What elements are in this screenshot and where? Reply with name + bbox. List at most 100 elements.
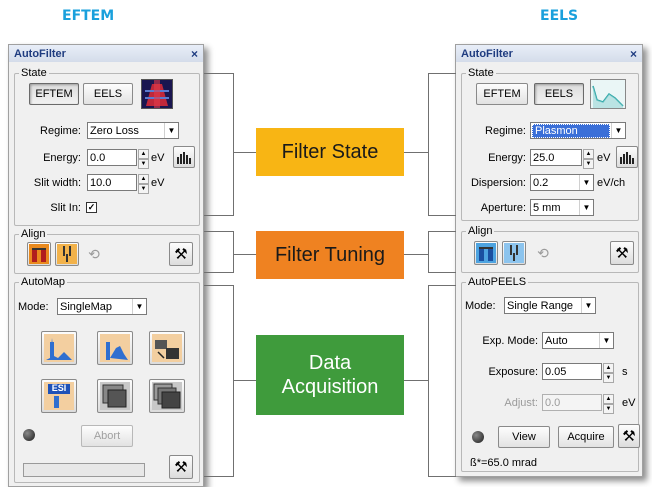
energy-value[interactable]: 25.0 <box>530 149 582 166</box>
energy-value[interactable]: 0.0 <box>87 149 137 166</box>
acquisition-connector-right <box>404 380 428 381</box>
autopeels-mode-select[interactable]: Single Range ▼ <box>504 297 596 314</box>
exposure-value[interactable]: 0.05 <box>542 363 602 380</box>
status-led-icon <box>23 429 35 441</box>
eels-mode-button[interactable]: EELS <box>83 83 133 105</box>
progress-bar <box>23 463 145 477</box>
three-window-map-icon[interactable] <box>149 379 185 413</box>
mode-label: Mode: <box>18 301 49 313</box>
tools-icon[interactable]: ⚒ <box>169 455 193 479</box>
eels-heading: EELS <box>540 8 579 24</box>
slit-width-unit: eV <box>151 177 165 189</box>
dispersion-label: Dispersion: <box>470 177 526 189</box>
view-button[interactable]: View <box>498 426 550 448</box>
chevron-down-icon: ▼ <box>579 175 593 190</box>
align-slit-icon[interactable] <box>55 242 79 266</box>
adjust-field[interactable]: 0.0 ▲ ▼ <box>542 394 614 414</box>
exp-mode-label: Exp. Mode: <box>482 335 538 347</box>
panel-titlebar: AutoFilter × <box>9 45 203 62</box>
automap-mode-select[interactable]: SingleMap ▼ <box>57 298 147 315</box>
exposure-label: Exposure: <box>488 366 538 378</box>
energy-spinner[interactable]: ▲ ▼ <box>138 149 149 169</box>
left-acquisition-bracket <box>204 285 234 477</box>
state-connector-right <box>404 152 428 153</box>
slit-width-field[interactable]: 10.0 ▲ ▼ <box>87 174 149 194</box>
status-led-icon <box>472 431 484 443</box>
slit-width-spinner[interactable]: ▲ ▼ <box>138 174 149 194</box>
undo-icon[interactable]: ⟲ <box>85 245 103 263</box>
beta-readout: ß*=65.0 mrad <box>470 457 537 469</box>
aperture-label: Aperture: <box>480 202 526 214</box>
right-state-bracket <box>428 73 456 216</box>
filter-tuning-label: Filter Tuning <box>274 244 386 266</box>
slit-in-checkbox[interactable]: ✓ <box>86 202 97 213</box>
tuning-connector-right <box>404 254 428 255</box>
energy-field[interactable]: 0.0 ▲ ▼ <box>87 149 149 169</box>
eels-mode-button[interactable]: EELS <box>534 83 584 105</box>
esi-icon[interactable]: ESI <box>41 379 77 413</box>
align-legend: Align <box>468 225 493 237</box>
eftem-preview-icon <box>141 79 173 109</box>
tools-icon[interactable]: ⚒ <box>610 241 634 265</box>
align-slit-icon[interactable] <box>502 241 526 265</box>
spectrum-icon[interactable] <box>616 146 638 168</box>
energy-spinner[interactable]: ▲ ▼ <box>583 149 594 169</box>
state-legend: State <box>21 67 47 79</box>
chevron-down-icon: ▼ <box>611 123 625 138</box>
acquisition-connector-left <box>234 380 256 381</box>
abort-button[interactable]: Abort <box>81 425 133 447</box>
chevron-down-icon: ▼ <box>599 333 613 348</box>
energy-label: Energy: <box>488 152 526 164</box>
mode-label: Mode: <box>465 300 496 312</box>
exposure-spinner[interactable]: ▲ ▼ <box>603 363 614 383</box>
adjust-value[interactable]: 0.0 <box>542 394 602 411</box>
filter-state-label: Filter State <box>281 141 379 163</box>
right-acquisition-bracket <box>428 285 456 477</box>
regime-value: Plasmon <box>532 123 610 138</box>
eftem-mode-button[interactable]: EFTEM <box>476 83 528 105</box>
two-window-map-icon[interactable] <box>97 379 133 413</box>
panel-title: AutoFilter <box>14 47 66 60</box>
exposure-field[interactable]: 0.05 ▲ ▼ <box>542 363 614 383</box>
align-zero-loss-icon[interactable] <box>474 241 498 265</box>
eftem-mode-button[interactable]: EFTEM <box>29 83 79 105</box>
acquire-button[interactable]: Acquire <box>558 426 614 448</box>
spectrum-icon[interactable] <box>173 146 195 168</box>
align-legend: Align <box>21 228 46 240</box>
aperture-select[interactable]: 5 mm ▼ <box>530 199 594 216</box>
panel-title: AutoFilter <box>461 47 513 60</box>
state-legend: State <box>468 67 494 79</box>
regime-select[interactable]: Plasmon ▼ <box>530 122 626 139</box>
align-zero-loss-icon[interactable] <box>27 242 51 266</box>
slit-width-label: Slit width: <box>33 177 81 189</box>
post-edge-map-icon[interactable] <box>97 331 133 365</box>
data-acquisition-callout: Data Acquisition <box>256 335 404 415</box>
data-acquisition-label-line2: Acquisition <box>281 376 379 398</box>
ratio-map-icon[interactable] <box>149 331 185 365</box>
regime-label: Regime: <box>40 125 81 137</box>
energy-field[interactable]: 25.0 ▲ ▼ <box>530 149 594 169</box>
energy-unit: eV <box>597 152 611 164</box>
slit-in-label: Slit In: <box>50 202 81 214</box>
esi-label: ESI <box>51 383 67 393</box>
eftem-autofilter-panel: AutoFilter × State EFTEM EELS Regime: Ze… <box>8 44 204 487</box>
exp-mode-value: Auto <box>545 334 568 347</box>
adjust-label: Adjust: <box>504 397 538 409</box>
tools-icon[interactable]: ⚒ <box>618 424 640 448</box>
slit-width-value[interactable]: 10.0 <box>87 174 137 191</box>
dispersion-select[interactable]: 0.2 ▼ <box>530 174 594 191</box>
close-icon[interactable]: × <box>191 47 198 61</box>
energy-label: Energy: <box>43 152 81 164</box>
left-state-bracket <box>204 73 234 216</box>
energy-unit: eV <box>151 152 165 164</box>
eftem-heading: EFTEM <box>62 8 115 24</box>
exp-mode-select[interactable]: Auto ▼ <box>542 332 614 349</box>
regime-select[interactable]: Zero Loss ▼ <box>87 122 179 139</box>
pre-edge-map-icon[interactable] <box>41 331 77 365</box>
chevron-down-icon: ▼ <box>581 298 595 313</box>
state-connector-left <box>234 152 256 153</box>
tools-icon[interactable]: ⚒ <box>169 242 193 266</box>
close-icon[interactable]: × <box>630 47 637 61</box>
undo-icon[interactable]: ⟲ <box>534 244 552 262</box>
adjust-spinner[interactable]: ▲ ▼ <box>603 394 614 414</box>
